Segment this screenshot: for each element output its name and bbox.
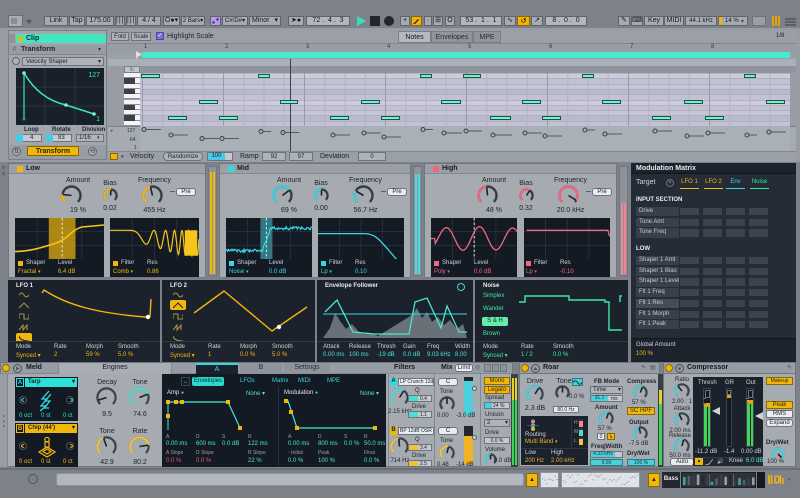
svg-text:127: 127: [88, 72, 100, 79]
svg-text:1: 1: [96, 116, 100, 123]
